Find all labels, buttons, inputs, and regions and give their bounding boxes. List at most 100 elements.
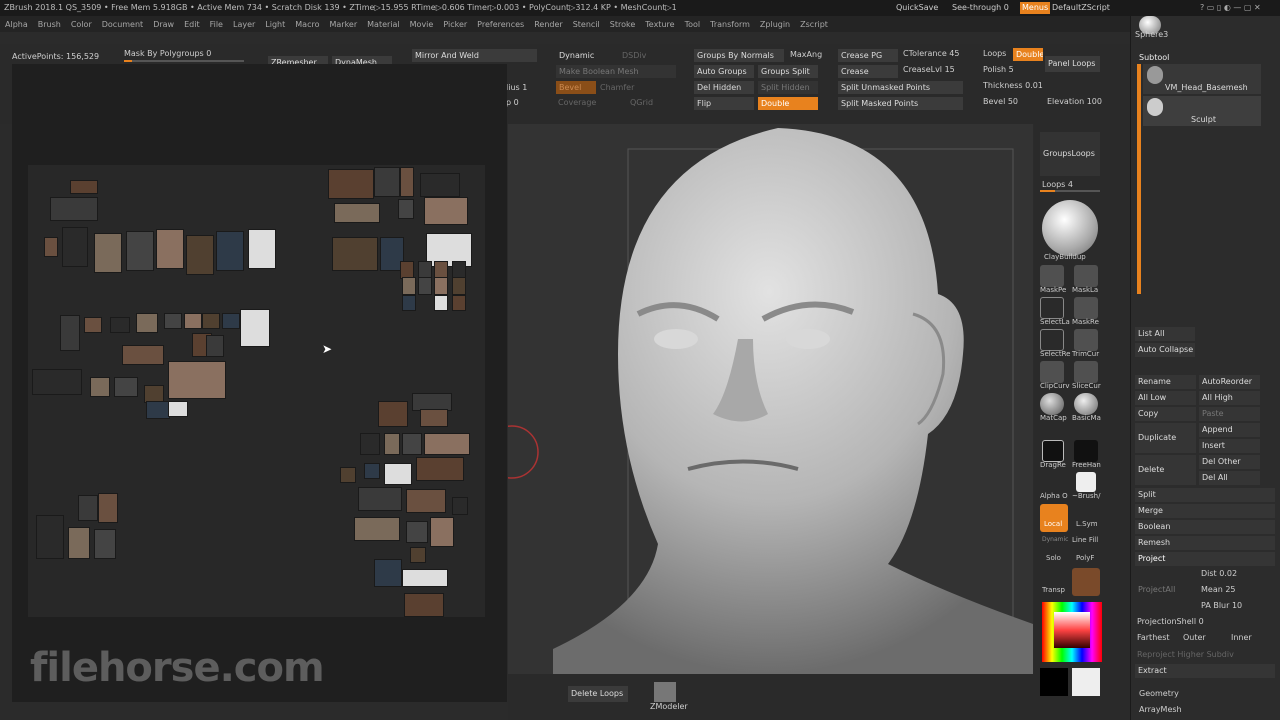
bevel-slider[interactable]: Bevel 50: [983, 97, 1018, 106]
script-selector[interactable]: DefaultZScript: [1052, 2, 1110, 14]
menu-preferences[interactable]: Preferences: [472, 20, 529, 29]
mean-slider[interactable]: Mean 25: [1201, 585, 1236, 594]
reference-image[interactable]: [98, 493, 118, 523]
menu-tool[interactable]: Tool: [680, 20, 706, 29]
menu-document[interactable]: Document: [97, 20, 148, 29]
reference-image[interactable]: [184, 313, 202, 329]
secondary-color-swatch[interactable]: [1072, 668, 1100, 696]
reference-image[interactable]: [90, 377, 110, 397]
line-fill-button[interactable]: Line Fill: [1072, 536, 1098, 544]
window-controls[interactable]: ? ▭ ▯ ◐ — ▢ ✕: [1200, 2, 1261, 14]
reference-image[interactable]: [420, 409, 448, 427]
reference-image[interactable]: [418, 277, 432, 295]
menu-marker[interactable]: Marker: [324, 20, 362, 29]
split-menu[interactable]: Split: [1135, 488, 1275, 502]
outer-button[interactable]: Outer: [1183, 633, 1206, 642]
double-button[interactable]: Double: [758, 97, 818, 110]
all-high-button[interactable]: All High: [1199, 391, 1260, 405]
mirror-weld-button[interactable]: Mirror And Weld: [412, 49, 537, 62]
split-unmasked-button[interactable]: Split Unmasked Points: [838, 81, 963, 94]
reference-image[interactable]: [334, 203, 380, 223]
reference-board-panel[interactable]: ➤: [12, 64, 507, 702]
reference-image[interactable]: [416, 457, 464, 481]
menu-picker[interactable]: Picker: [438, 20, 472, 29]
menu-render[interactable]: Render: [529, 20, 567, 29]
reference-image[interactable]: [360, 433, 380, 455]
reference-image[interactable]: [332, 237, 378, 271]
reference-board[interactable]: [28, 165, 485, 617]
panel-loops-button[interactable]: Panel Loops: [1045, 56, 1100, 72]
menu-stencil[interactable]: Stencil: [568, 20, 605, 29]
groups-split-button[interactable]: Groups Split: [758, 65, 818, 78]
boolean-menu[interactable]: Boolean: [1135, 520, 1275, 534]
reference-image[interactable]: [374, 559, 402, 587]
reference-image[interactable]: [354, 517, 400, 541]
main-color-swatch[interactable]: [1040, 668, 1068, 696]
reference-image[interactable]: [122, 345, 164, 365]
reference-image[interactable]: [202, 313, 220, 329]
reference-image[interactable]: [32, 369, 82, 395]
thickness-slider[interactable]: Thickness 0.01: [983, 81, 1043, 90]
drag-rect-icon[interactable]: [1042, 440, 1064, 462]
geometry-menu[interactable]: Geometry: [1139, 689, 1179, 698]
remesh-menu[interactable]: Remesh: [1135, 536, 1275, 550]
maxang-slider[interactable]: MaxAng: [790, 50, 822, 59]
slice-curve-icon[interactable]: [1074, 361, 1098, 383]
reference-image[interactable]: [164, 313, 182, 329]
elevation-slider[interactable]: Elevation 100: [1047, 97, 1102, 106]
dynamic-button[interactable]: Dynamic: [556, 49, 616, 62]
reference-image[interactable]: [50, 197, 98, 221]
seethrough-slider[interactable]: See-through 0: [952, 2, 1009, 14]
reference-image[interactable]: [222, 313, 240, 329]
polish-slider[interactable]: Polish 5: [983, 65, 1014, 74]
menu-draw[interactable]: Draw: [148, 20, 179, 29]
menu-stroke[interactable]: Stroke: [605, 20, 641, 29]
reference-image[interactable]: [110, 317, 130, 333]
dist-slider[interactable]: Dist 0.02: [1201, 569, 1237, 578]
mask-by-polygroups[interactable]: Mask By Polygroups 0: [124, 49, 211, 58]
dsdiv-label[interactable]: DSDiv: [622, 51, 646, 60]
menu-layer[interactable]: Layer: [228, 20, 260, 29]
creaselvl-slider[interactable]: CreaseLvl 15: [903, 65, 955, 74]
reference-image[interactable]: [358, 487, 402, 511]
menu-macro[interactable]: Macro: [290, 20, 324, 29]
reference-image[interactable]: [400, 167, 414, 197]
del-all-button[interactable]: Del All: [1199, 471, 1260, 485]
reference-image[interactable]: [36, 515, 64, 559]
merge-menu[interactable]: Merge: [1135, 504, 1275, 518]
select-lasso-icon[interactable]: [1040, 297, 1064, 319]
coverage-slider[interactable]: Coverage: [558, 98, 596, 107]
reference-image[interactable]: [94, 529, 116, 559]
reference-image[interactable]: [434, 295, 448, 311]
project-menu[interactable]: Project: [1135, 552, 1275, 566]
menu-color[interactable]: Color: [66, 20, 97, 29]
all-low-button[interactable]: All Low: [1135, 391, 1196, 405]
reference-image[interactable]: [328, 169, 374, 199]
reference-image[interactable]: [384, 463, 412, 485]
lsym-label[interactable]: L.Sym: [1076, 520, 1098, 528]
reference-image[interactable]: [402, 295, 416, 311]
reference-image[interactable]: [404, 593, 444, 617]
menu-texture[interactable]: Texture: [640, 20, 679, 29]
bevel-button[interactable]: Bevel: [556, 81, 596, 94]
flip-button[interactable]: Flip: [694, 97, 754, 110]
split-hidden-button[interactable]: Split Hidden: [758, 81, 818, 94]
reference-image[interactable]: [402, 277, 416, 295]
subtool-scrollbar[interactable]: [1137, 64, 1141, 294]
make-boolean-button[interactable]: Make Boolean Mesh: [556, 65, 676, 78]
chamfer-button[interactable]: Chamfer: [600, 83, 634, 92]
reference-image[interactable]: [62, 227, 88, 267]
basic-material-icon[interactable]: [1074, 393, 1098, 415]
duplicate-button[interactable]: Duplicate: [1135, 423, 1196, 453]
menu-light[interactable]: Light: [260, 20, 290, 29]
menu-alpha[interactable]: Alpha: [0, 20, 33, 29]
reference-image[interactable]: [136, 313, 158, 333]
subtool-item-basemesh[interactable]: VM_Head_Basemesh: [1143, 64, 1261, 94]
delete-button[interactable]: Delete: [1135, 455, 1196, 485]
extract-menu[interactable]: Extract: [1135, 664, 1275, 678]
del-hidden-button[interactable]: Del Hidden: [694, 81, 754, 94]
reference-image[interactable]: [424, 433, 470, 455]
reference-image[interactable]: [452, 497, 468, 515]
ctolerance-slider[interactable]: CTolerance 45: [903, 49, 959, 58]
reference-image[interactable]: [406, 521, 428, 543]
